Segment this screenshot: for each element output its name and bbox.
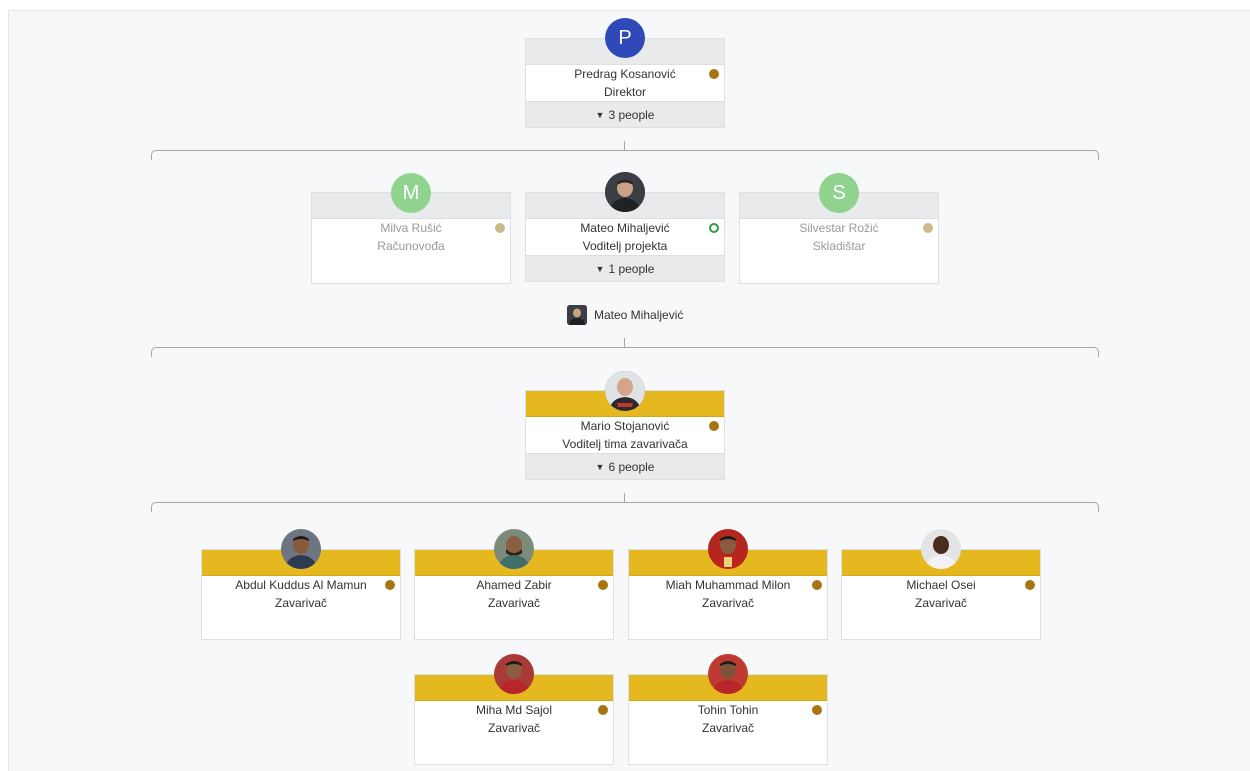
reports-count: 6 people [608,460,655,474]
status-dot-online [709,223,719,233]
status-dot [923,223,933,233]
person-title: Zavarivač [701,721,754,735]
person-name: Mateo Mihaljević [580,221,670,235]
expand-reports-button[interactable]: ▼ 6 people [526,453,724,479]
card-body: Miah Muhammad Milon Zavarivač [629,576,827,612]
card-body: Tohin Tohin Zavarivač [629,701,827,737]
card-body: Abdul Kuddus Al Mamun Zavarivač [202,576,400,612]
person-name: Miha Md Sajol [475,703,553,717]
reports-count: 3 people [608,108,655,122]
person-name: Predrag Kosanović [574,67,676,81]
person-name: Abdul Kuddus Al Mamun [235,578,367,592]
person-title: Zavarivač [487,721,540,735]
avatar-initial: S [832,181,846,204]
manager-name: Mateo Mihaljević [594,308,684,322]
expand-reports-button[interactable]: ▼ 1 people [526,255,724,281]
person-name: Miah Muhammad Milon [665,578,791,592]
person-name: Mario Stojanović [580,419,670,433]
avatar-photo [605,172,645,212]
caret-down-icon: ▼ [595,110,605,120]
connector-bracket [151,150,1099,160]
person-name: Tohin Tohin [697,703,759,717]
status-dot [812,705,822,715]
person-title: Računovođa [377,239,445,253]
avatar: P [605,18,645,58]
person-title: Zavarivač [701,596,754,610]
mini-avatar [567,305,587,325]
status-dot [1025,580,1035,590]
avatar-photo [708,529,748,569]
caret-down-icon: ▼ [595,264,605,274]
status-dot [495,223,505,233]
status-dot [385,580,395,590]
card-body: Mateo Mihaljević Voditelj projekta [526,219,724,255]
card-body: Ahamed Zabir Zavarivač [415,576,613,612]
avatar-initial: P [618,26,632,49]
card-body: Michael Osei Zavarivač [842,576,1040,612]
card-body: Miha Md Sajol Zavarivač [415,701,613,737]
avatar-initial: M [402,181,420,204]
status-dot [709,421,719,431]
reports-count: 1 people [608,262,655,276]
avatar-photo [494,529,534,569]
avatar: M [391,173,431,213]
person-title: Zavarivač [274,596,327,610]
card-body: Milva Rušić Računovođa [312,219,510,255]
connector-line [624,141,625,150]
person-name: Milva Rušić [380,221,442,235]
caret-down-icon: ▼ [595,462,605,472]
person-title: Direktor [603,85,646,99]
status-dot [812,580,822,590]
card-body: Predrag Kosanović Direktor [526,65,724,101]
connector-line [624,493,625,502]
avatar: S [819,173,859,213]
avatar-photo [921,529,961,569]
connector-bracket [151,347,1099,357]
card-body: Mario Stojanović Voditelj tima zavarivač… [526,417,724,453]
avatar-photo [494,654,534,694]
status-dot [598,580,608,590]
avatar-photo [281,529,321,569]
org-chart-canvas: Predrag Kosanović Direktor ▼ 3 people P M… [8,10,1250,771]
person-title: Voditelj projekta [582,239,668,253]
person-name: Michael Osei [906,578,976,592]
person-title: Zavarivač [487,596,540,610]
manager-chip[interactable]: Mateo Mihaljević [567,305,683,325]
connector-line [624,338,625,347]
avatar-photo [708,654,748,694]
person-title: Skladištar [812,239,866,253]
card-body: Silvestar Rožić Skladištar [740,219,938,255]
person-name: Ahamed Zabir [476,578,552,592]
person-name: Silvestar Rožić [799,221,879,235]
avatar-photo [605,371,645,411]
connector-bracket [151,502,1099,512]
person-title: Voditelj tima zavarivača [562,437,688,451]
person-title: Zavarivač [914,596,967,610]
status-dot [709,69,719,79]
status-dot [598,705,608,715]
expand-reports-button[interactable]: ▼ 3 people [526,101,724,127]
